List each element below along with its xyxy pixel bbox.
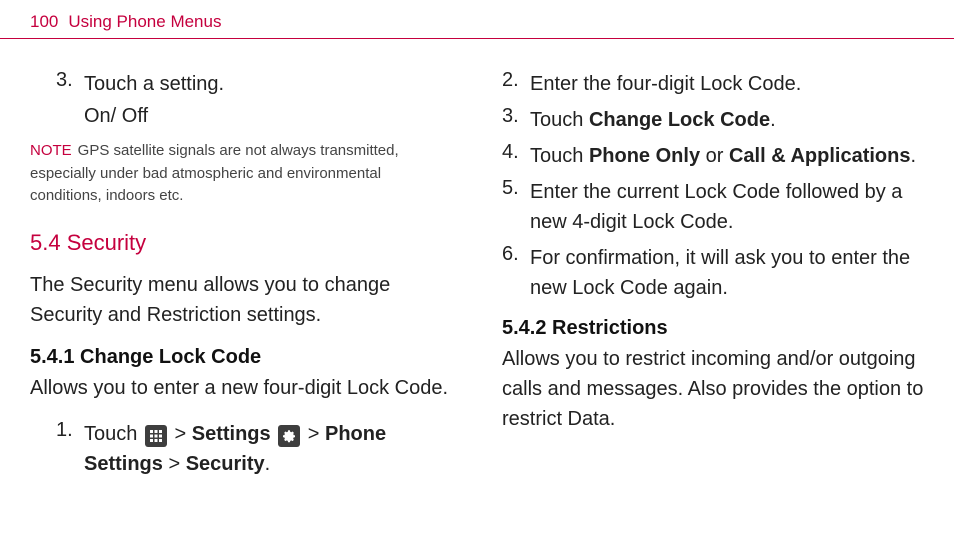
text-call-applications: Call & Applications bbox=[729, 145, 911, 167]
text-fragment bbox=[271, 423, 277, 445]
note-text: GPS satellite signals are not always tra… bbox=[30, 142, 399, 204]
list-text: Touch > Settings > Phone Settings > Secu… bbox=[84, 419, 452, 479]
note-label: NOTE bbox=[30, 142, 72, 159]
text-change-lock-code: Change Lock Code bbox=[589, 109, 770, 131]
page-title: Using Phone Menus bbox=[68, 12, 221, 32]
paragraph: The Security menu allows you to change S… bbox=[30, 270, 452, 330]
text-fragment: . bbox=[265, 453, 271, 475]
list-number: 3. bbox=[56, 69, 84, 92]
text-phone-only: Phone Only bbox=[589, 145, 700, 167]
list-text: Touch a setting. bbox=[84, 69, 224, 99]
list-number: 6. bbox=[502, 243, 530, 266]
text-fragment: or bbox=[700, 145, 729, 167]
text-security: Security bbox=[186, 453, 265, 475]
list-item: 3. Touch Change Lock Code. bbox=[502, 105, 924, 135]
section-heading-security: 5.4 Security bbox=[30, 230, 452, 256]
paragraph: Allows you to restrict incoming and/or o… bbox=[502, 344, 924, 434]
list-item: 2. Enter the four-digit Lock Code. bbox=[502, 69, 924, 99]
text-fragment: . bbox=[910, 145, 916, 167]
list-item: 5. Enter the current Lock Code followed … bbox=[502, 177, 924, 237]
list-item: 4. Touch Phone Only or Call & Applicatio… bbox=[502, 141, 924, 171]
option-on-off: On/ Off bbox=[30, 105, 452, 128]
text-fragment: > bbox=[302, 423, 325, 445]
text-fragment: > bbox=[169, 423, 192, 445]
subheading-change-lock-code: 5.4.1 Change Lock Code bbox=[30, 346, 452, 369]
list-item: 3. Touch a setting. bbox=[30, 69, 452, 99]
text-fragment: Touch bbox=[84, 423, 143, 445]
apps-grid-icon bbox=[145, 425, 167, 447]
paragraph: Allows you to enter a new four-digit Loc… bbox=[30, 373, 452, 403]
list-item: 1. Touch > Settings > Phone Settings > S… bbox=[30, 419, 452, 479]
list-text: Enter the current Lock Code followed by … bbox=[530, 177, 924, 237]
subheading-restrictions: 5.4.2 Restrictions bbox=[502, 317, 924, 340]
list-number: 2. bbox=[502, 69, 530, 92]
page-header: 100 Using Phone Menus bbox=[0, 0, 954, 39]
list-number: 4. bbox=[502, 141, 530, 164]
text-fragment: . bbox=[770, 109, 776, 131]
note-block: NOTEGPS satellite signals are not always… bbox=[30, 140, 452, 208]
list-number: 3. bbox=[502, 105, 530, 128]
page-number: 100 bbox=[30, 12, 58, 32]
list-text: Touch Change Lock Code. bbox=[530, 105, 776, 135]
left-column: 3. Touch a setting. On/ Off NOTEGPS sate… bbox=[30, 69, 452, 485]
list-text: Touch Phone Only or Call & Applications. bbox=[530, 141, 916, 171]
gear-icon bbox=[278, 425, 300, 447]
text-fragment: > bbox=[163, 453, 186, 475]
text-fragment: Touch bbox=[530, 109, 589, 131]
text-fragment: Touch bbox=[530, 145, 589, 167]
list-text: Enter the four-digit Lock Code. bbox=[530, 69, 801, 99]
list-item: 6. For confirmation, it will ask you to … bbox=[502, 243, 924, 303]
list-text: For confirmation, it will ask you to ent… bbox=[530, 243, 924, 303]
list-number: 1. bbox=[56, 419, 84, 442]
text-settings: Settings bbox=[192, 423, 271, 445]
list-number: 5. bbox=[502, 177, 530, 200]
right-column: 2. Enter the four-digit Lock Code. 3. To… bbox=[502, 69, 924, 485]
